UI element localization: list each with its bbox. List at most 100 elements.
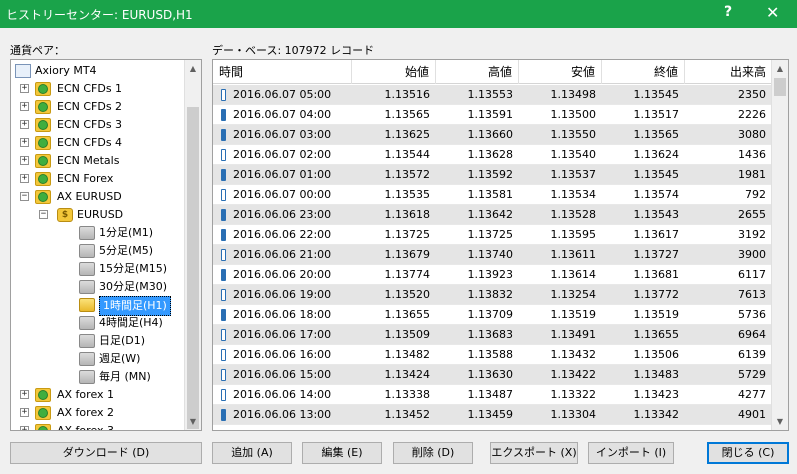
tree-group[interactable]: + AX forex 1	[11, 386, 181, 404]
scroll-down-arrow-icon[interactable]: ▼	[185, 413, 201, 430]
cell-close: 1.13624	[633, 148, 680, 161]
tree-group[interactable]: + ECN Forex	[11, 170, 181, 188]
expand-icon[interactable]: +	[20, 156, 29, 165]
tree-timeframe[interactable]: 15分足(M15)	[11, 260, 181, 278]
expand-icon[interactable]: +	[20, 120, 29, 129]
import-button[interactable]: インポート (I)	[588, 442, 674, 464]
header-volume[interactable]: 出来高	[685, 60, 772, 84]
cell-open: 1.13565	[384, 108, 431, 121]
expand-icon[interactable]: +	[20, 426, 29, 430]
close-window-button[interactable]: ✕	[766, 3, 779, 22]
tree-timeframe[interactable]: 5分足(M5)	[11, 242, 181, 260]
symbol-tree[interactable]: Axiory MT4 + ECN CFDs 1 + ECN CFDs 2 + ECN CFD…	[10, 59, 202, 431]
tree-timeframe[interactable]: 週足(W)	[11, 350, 181, 368]
scroll-up-arrow-icon[interactable]: ▲	[772, 60, 788, 77]
tree-group[interactable]: + ECN CFDs 1	[11, 80, 181, 98]
window-title: ヒストリーセンター: EURUSD,H1	[6, 8, 193, 22]
table-row[interactable]: 2016.06.06 15:00 1.13424 1.13630 1.13422 1.1…	[213, 365, 772, 385]
table-scrollbar[interactable]: ▲ ▼	[771, 60, 788, 430]
scroll-up-arrow-icon[interactable]: ▲	[185, 60, 201, 77]
tree-item-label: 日足(D1)	[99, 334, 146, 347]
tree-group[interactable]: + ECN CFDs 2	[11, 98, 181, 116]
tree-timeframe[interactable]: 毎月 (MN)	[11, 368, 181, 386]
help-button[interactable]: ?	[724, 4, 732, 20]
timeframe-database-icon	[79, 226, 95, 240]
expand-icon[interactable]: +	[20, 102, 29, 111]
tree-item-label: AX forex 1	[57, 388, 115, 401]
table-row[interactable]: 2016.06.06 17:00 1.13509 1.13683 1.13491 1.1…	[213, 325, 772, 345]
cell-high: 1.13642	[467, 208, 514, 221]
tree-group[interactable]: + AX forex 2	[11, 404, 181, 422]
header-low[interactable]: 安値	[519, 60, 602, 84]
table-row[interactable]: 2016.06.06 19:00 1.13520 1.13832 1.13254 1.1…	[213, 285, 772, 305]
tree-group[interactable]: + ECN Metals	[11, 152, 181, 170]
tree-timeframe[interactable]: 日足(D1)	[11, 332, 181, 350]
table-row[interactable]: 2016.06.07 01:00 1.13572 1.13592 1.13537 1.1…	[213, 165, 772, 185]
header-high[interactable]: 高値	[436, 60, 519, 84]
tree-item-label: 4時間足(H4)	[99, 316, 163, 329]
tree-root[interactable]: Axiory MT4	[11, 62, 181, 80]
table-row[interactable]: 2016.06.07 00:00 1.13535 1.13581 1.13534 1.1…	[213, 185, 772, 205]
add-button[interactable]: 追加 (A)	[212, 442, 292, 464]
tree-group[interactable]: + AX forex 3	[11, 422, 181, 431]
table-row[interactable]: 2016.06.06 22:00 1.13725 1.13725 1.13595 1.1…	[213, 225, 772, 245]
cell-volume: 3080	[738, 128, 766, 141]
table-row[interactable]: 2016.06.07 05:00 1.13516 1.13553 1.13498 1.1…	[213, 85, 772, 105]
table-row[interactable]: 2016.06.07 03:00 1.13625 1.13660 1.13550 1.1…	[213, 125, 772, 145]
tree-timeframe[interactable]: 30分足(M30)	[11, 278, 181, 296]
table-row[interactable]: 2016.06.06 23:00 1.13618 1.13642 1.13528 1.1…	[213, 205, 772, 225]
cell-high: 1.13683	[467, 328, 514, 341]
table-row[interactable]: 2016.06.06 18:00 1.13655 1.13709 1.13519 1.1…	[213, 305, 772, 325]
tree-item-label: AX forex 3	[57, 424, 115, 431]
cell-time: 2016.06.06 21:00	[233, 248, 332, 261]
delete-button[interactable]: 削除 (D)	[393, 442, 473, 464]
header-open[interactable]: 始値	[352, 60, 436, 84]
download-button[interactable]: ダウンロード (D)	[10, 442, 202, 464]
cell-high: 1.13591	[467, 108, 514, 121]
cell-volume: 1436	[738, 148, 766, 161]
tree-timeframe[interactable]: 4時間足(H4)	[11, 314, 181, 332]
cell-low: 1.13595	[550, 228, 597, 241]
tree-scrollbar[interactable]: ▲ ▼	[184, 60, 201, 430]
table-row[interactable]: 2016.06.06 21:00 1.13679 1.13740 1.13611 1.1…	[213, 245, 772, 265]
cell-volume: 3900	[738, 248, 766, 261]
expand-icon[interactable]: +	[20, 174, 29, 183]
cell-high: 1.13740	[467, 248, 514, 261]
table-row[interactable]: 2016.06.07 02:00 1.13544 1.13628 1.13540 1.1…	[213, 145, 772, 165]
expand-icon[interactable]: +	[20, 138, 29, 147]
table-row[interactable]: 2016.06.06 14:00 1.13338 1.13487 1.13322 1.1…	[213, 385, 772, 405]
cell-low: 1.13528	[550, 208, 597, 221]
expand-icon[interactable]: +	[20, 84, 29, 93]
tree-timeframe[interactable]: 1分足(M1)	[11, 224, 181, 242]
export-button[interactable]: エクスポート (X)	[490, 442, 578, 464]
expand-icon[interactable]: +	[20, 390, 29, 399]
tree-item-label: ECN CFDs 4	[57, 136, 123, 149]
cell-close: 1.13617	[633, 228, 680, 241]
expand-icon[interactable]: +	[20, 408, 29, 417]
header-close[interactable]: 終値	[602, 60, 685, 84]
cell-low: 1.13550	[550, 128, 597, 141]
cell-volume: 2226	[738, 108, 766, 121]
history-table[interactable]: 時間 始値 高値 安値 終値 出来高 2016.06.07 05:00 1.135…	[212, 59, 789, 431]
tree-item-label: ECN CFDs 3	[57, 118, 123, 131]
header-time[interactable]: 時間	[213, 60, 352, 84]
tree-symbol[interactable]: − $ EURUSD	[11, 206, 181, 224]
scroll-down-arrow-icon[interactable]: ▼	[772, 413, 788, 430]
table-row[interactable]: 2016.06.06 16:00 1.13482 1.13588 1.13432 1.1…	[213, 345, 772, 365]
symbol-group-folder-icon	[35, 172, 51, 186]
close-button[interactable]: 閉じる (C)	[707, 442, 789, 464]
tree-scroll-thumb[interactable]	[187, 107, 199, 429]
tree-group[interactable]: − AX EURUSD	[11, 188, 181, 206]
table-row[interactable]: 2016.06.07 04:00 1.13565 1.13591 1.13500 1.1…	[213, 105, 772, 125]
edit-button[interactable]: 編集 (E)	[302, 442, 382, 464]
timeframe-database-icon	[79, 244, 95, 258]
table-row[interactable]: 2016.06.06 13:00 1.13452 1.13459 1.13304 1.1…	[213, 405, 772, 425]
tree-timeframe[interactable]: 1時間足(H1)	[11, 296, 181, 316]
tree-group[interactable]: + ECN CFDs 3	[11, 116, 181, 134]
table-row[interactable]: 2016.06.06 20:00 1.13774 1.13923 1.13614 1.1…	[213, 265, 772, 285]
tree-group[interactable]: + ECN CFDs 4	[11, 134, 181, 152]
collapse-icon[interactable]: −	[39, 210, 48, 219]
cell-open: 1.13544	[384, 148, 431, 161]
table-scroll-thumb[interactable]	[774, 78, 786, 96]
collapse-icon[interactable]: −	[20, 192, 29, 201]
